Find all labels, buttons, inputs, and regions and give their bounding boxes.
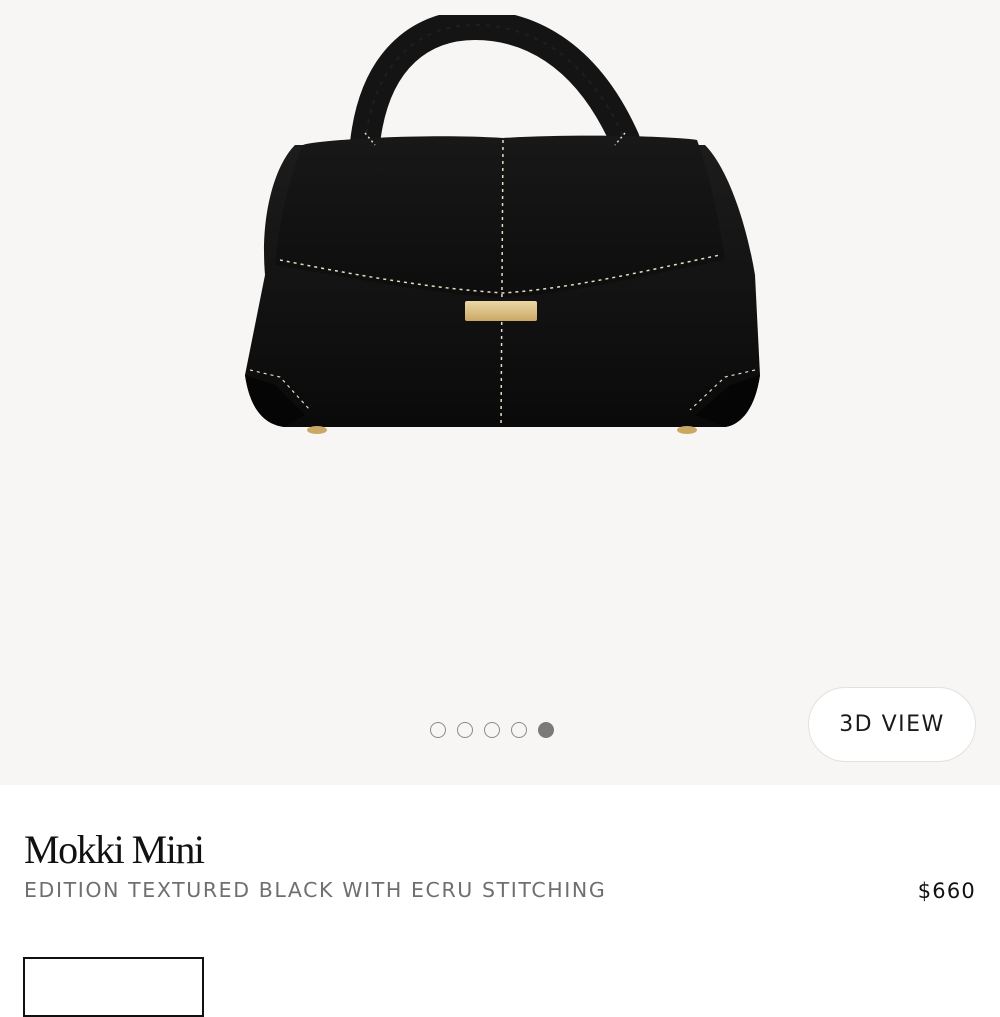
gallery-dot-5-active[interactable] [538,722,554,738]
gallery-dot-4[interactable] [511,722,527,738]
product-edition: EDITION TEXTURED BLACK WITH ECRU STITCHI… [24,878,607,902]
gallery-dot-2[interactable] [457,722,473,738]
product-gallery[interactable]: 3D VIEW [0,0,1000,785]
gallery-dot-1[interactable] [430,722,446,738]
gallery-dot-3[interactable] [484,722,500,738]
product-title: Mokki Mini [24,827,205,872]
product-image[interactable] [225,15,775,445]
product-info: Mokki Mini EDITION TEXTURED BLACK WITH E… [0,785,1000,1017]
product-price: $660 [917,879,976,903]
gallery-pagination [430,722,554,738]
variant-swatch-selected[interactable] [23,957,204,1017]
3d-view-button[interactable]: 3D VIEW [808,687,976,762]
